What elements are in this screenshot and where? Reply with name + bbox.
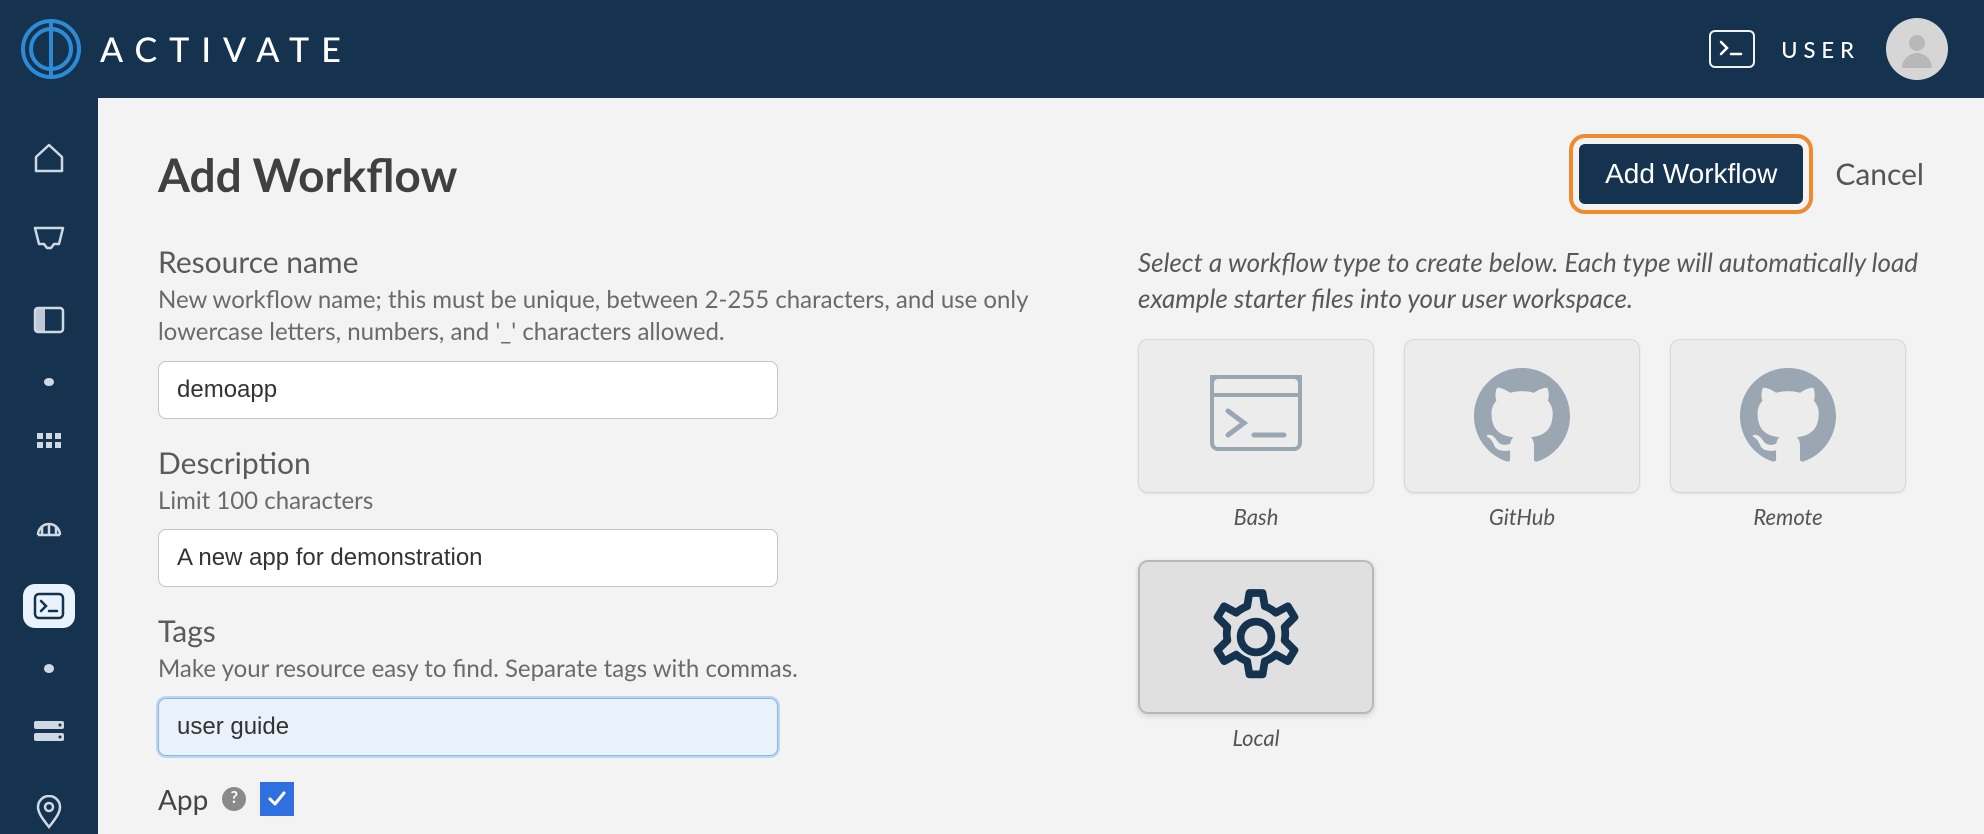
pin-icon xyxy=(36,795,62,829)
user-label: USER xyxy=(1781,36,1860,63)
sidebar-item-grid[interactable] xyxy=(23,422,75,467)
field-app: App xyxy=(158,782,1078,816)
tags-help: Make your resource easy to find. Separat… xyxy=(158,653,1078,685)
sidebar xyxy=(0,98,98,834)
cancel-link[interactable]: Cancel xyxy=(1835,156,1924,192)
inbox-icon xyxy=(32,224,66,254)
field-resource-name: Resource name New workflow name; this mu… xyxy=(158,244,1078,419)
workflow-card-github[interactable] xyxy=(1404,339,1640,493)
description-help: Limit 100 characters xyxy=(158,485,1078,517)
bash-window-icon xyxy=(1206,371,1306,461)
card-wrap-local: Local xyxy=(1138,560,1374,751)
workflow-card-local[interactable] xyxy=(1138,560,1374,714)
resource-name-help: New workflow name; this must be unique, … xyxy=(158,284,1078,349)
header-right: USER xyxy=(1709,18,1948,80)
workflow-card-bash[interactable] xyxy=(1138,339,1374,493)
terminal-small-icon xyxy=(33,592,65,620)
sidebar-item-inbox[interactable] xyxy=(23,217,75,262)
sidebar-item-storage[interactable] xyxy=(23,709,75,754)
field-tags: Tags Make your resource easy to find. Se… xyxy=(158,613,1078,755)
home-icon xyxy=(32,141,66,175)
brand-text: ACTIVATE xyxy=(100,29,353,70)
description-label: Description xyxy=(158,445,1078,481)
github-icon xyxy=(1474,368,1570,464)
picker-column: Select a workflow type to create below. … xyxy=(1138,244,1924,816)
avatar[interactable] xyxy=(1886,18,1948,80)
description-input[interactable] xyxy=(158,529,778,587)
panel-icon xyxy=(33,306,65,334)
sidebar-item-location[interactable] xyxy=(23,789,75,834)
page-head: Add Workflow Add Workflow Cancel xyxy=(158,134,1924,214)
card-wrap-github: GitHub xyxy=(1404,339,1640,530)
page-title: Add Workflow xyxy=(158,147,457,202)
sidebar-item-home[interactable] xyxy=(23,136,75,181)
brand: ACTIVATE xyxy=(20,18,353,80)
tags-label: Tags xyxy=(158,613,1078,649)
github-remote-icon xyxy=(1740,368,1836,464)
form-column: Resource name New workflow name; this mu… xyxy=(158,244,1078,816)
top-bar: ACTIVATE USER xyxy=(0,0,1984,98)
tags-input[interactable] xyxy=(158,698,778,756)
picker-intro: Select a workflow type to create below. … xyxy=(1138,244,1924,317)
app-label: App xyxy=(158,782,208,816)
sidebar-separator-dot xyxy=(44,378,54,387)
user-icon xyxy=(1898,30,1936,68)
workflow-card-remote[interactable] xyxy=(1670,339,1906,493)
terminal-icon xyxy=(1719,40,1745,58)
resource-name-input[interactable] xyxy=(158,361,778,419)
card-wrap-bash: Bash xyxy=(1138,339,1374,530)
card-label-github: GitHub xyxy=(1489,503,1555,530)
resource-name-label: Resource name xyxy=(158,244,1078,280)
help-icon[interactable] xyxy=(222,787,246,811)
card-label-local: Local xyxy=(1232,724,1279,751)
terminal-button[interactable] xyxy=(1709,30,1755,68)
sidebar-separator-dot xyxy=(44,664,54,673)
sidebar-item-panel[interactable] xyxy=(23,297,75,342)
card-wrap-remote: Remote xyxy=(1670,339,1906,530)
sidebar-item-terminal[interactable] xyxy=(23,584,75,629)
brand-logo-icon xyxy=(20,18,82,80)
grid-icon xyxy=(35,431,63,459)
main-content: Add Workflow Add Workflow Cancel Resourc… xyxy=(98,98,1984,834)
field-description: Description Limit 100 characters xyxy=(158,445,1078,587)
card-label-remote: Remote xyxy=(1753,503,1822,530)
card-label-bash: Bash xyxy=(1234,503,1279,530)
add-workflow-button[interactable]: Add Workflow xyxy=(1579,144,1803,204)
app-checkbox[interactable] xyxy=(260,782,294,816)
add-workflow-highlight: Add Workflow xyxy=(1569,134,1813,214)
gear-icon xyxy=(1201,582,1311,692)
workflow-type-cards: Bash GitHub xyxy=(1138,339,1924,751)
storage-icon xyxy=(32,719,66,743)
sidebar-item-bug[interactable] xyxy=(23,503,75,548)
bug-icon xyxy=(32,509,66,541)
